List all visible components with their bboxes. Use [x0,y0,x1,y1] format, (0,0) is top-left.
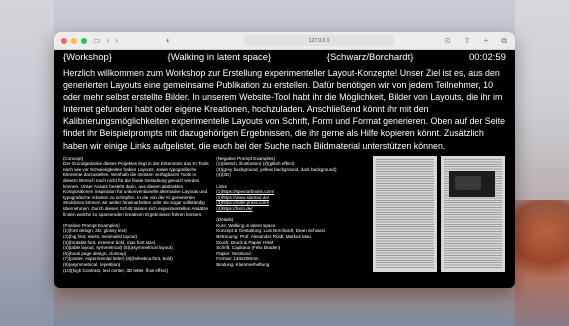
header-timer: 00:02:59 [468,52,506,63]
preview-page-right [441,155,506,272]
link-form[interactable]: (4)https://form.de/ [216,206,252,211]
back-icon[interactable]: ‹ [107,32,110,49]
address-bar-text: 127.0.0.1 [308,37,330,44]
intro-text: Herzlich willkommen zum Workshop zur Ers… [63,68,506,151]
maximize-window-button[interactable] [81,37,87,44]
header-authors: {Schwarz/Borchardt} [326,52,414,63]
text-lines [376,158,435,269]
toolbar-right: ⊙ ⇧ + ⧉ [438,32,507,49]
tab-overview-icon[interactable]: ⧉ [501,32,507,49]
page-header: {Workshop} {Walking in latent space} {Sc… [63,52,506,64]
download-icon[interactable]: ⊙ [444,32,451,49]
header-workshop: {Workshop} [63,52,112,63]
address-bar[interactable]: 127.0.0.1 [244,35,394,46]
forward-icon[interactable]: › [115,32,118,49]
sidebar-icon[interactable]: ▭ [93,32,101,49]
privacy-shield-icon[interactable]: ◐ [166,32,171,49]
browser-toolbar: ▭ ‹ › ◐ 127.0.0.1 ⊙ ⇧ + ⧉ [54,32,515,50]
header-title: {Walking in latent space} [167,52,272,63]
minimize-window-button[interactable] [71,37,77,44]
window-controls [61,37,87,44]
preview-page-left [373,155,438,272]
desktop-wallpaper-left [0,0,54,326]
details-item: Bindung: Klammerheftung [216,261,270,267]
browser-window: ▭ ‹ › ◐ 127.0.0.1 ⊙ ⇧ + ⧉ {Workshop} {Wa… [54,32,515,288]
prompts-links-column: (Negative Prompt Examples) (1)(sketch, i… [216,156,363,279]
negative-prompt-item: (4)(3D) [216,172,231,178]
link-spectorbooks[interactable]: (1)https://spectorbooks.com/ [216,189,274,194]
concept-text: Der Grundgedanke dieses Projektes liegt … [63,161,209,217]
info-columns: (Concept) Der Grundgedanke dieses Projek… [63,155,506,279]
link-mille-press[interactable]: (3)https://mille-press.com/ [216,200,269,205]
preview-photo-detail [455,175,482,190]
positive-prompt-item: (10)(high Contrast, text center, 3D lett… [63,267,169,273]
page-content: {Workshop} {Walking in latent space} {Sc… [54,52,515,279]
publication-preview [373,155,506,279]
share-icon[interactable]: ⇧ [464,32,471,49]
new-tab-icon[interactable]: + [484,32,489,49]
close-window-button[interactable] [61,37,67,44]
concept-column: (Concept) Der Grundgedanke dieses Projek… [63,156,210,279]
link-slanted[interactable]: (2)https://www.slanted.de/ [216,195,269,200]
